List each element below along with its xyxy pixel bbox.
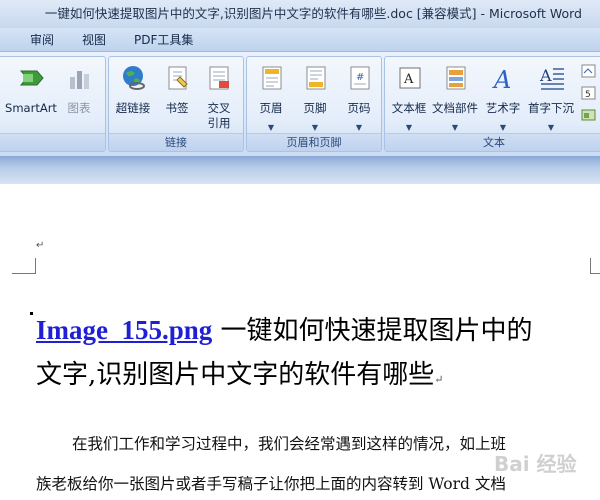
page-number-icon: # <box>350 66 370 90</box>
ruler-band <box>0 156 600 184</box>
globe-link-icon <box>123 66 145 90</box>
smartart-button[interactable]: SmartArt <box>5 63 57 133</box>
drop-cap-button[interactable]: A 首字下沉 ▼ <box>528 63 574 133</box>
document-page: ↵ Image_155.png 一键如何快速提取图片中的 文字,识别图片中文字的… <box>0 184 600 500</box>
illustrations-group: SmartArt 图表 <box>0 56 106 152</box>
header-icon <box>262 66 282 90</box>
wordart-button[interactable]: A 艺术字 ▼ <box>483 63 523 133</box>
cross-reference-button[interactable]: 交叉 引用 <box>199 63 239 133</box>
heading-line1-text: 一键如何快速提取图片中的 <box>212 316 533 346</box>
svg-text:#: # <box>356 72 364 83</box>
bookmark-button[interactable]: 书签 <box>157 63 197 133</box>
illustrations-group-label <box>0 133 105 151</box>
svg-text:5: 5 <box>585 90 591 100</box>
chart-icon <box>70 71 89 89</box>
page-number-button[interactable]: # 页码 ▼ <box>339 63 379 133</box>
text-box-button[interactable]: A 文本框 ▼ <box>389 63 429 133</box>
cross-reference-label: 交叉 引用 <box>207 101 231 130</box>
drop-cap-label: 首字下沉 <box>528 101 574 115</box>
drop-cap-dropdown-icon[interactable]: ▼ <box>531 123 571 132</box>
header-dropdown-icon[interactable]: ▼ <box>251 123 291 132</box>
header-footer-group: 页眉 ▼ 页脚 ▼ # 页码 ▼ 页眉和页脚 <box>246 56 382 152</box>
ribbon: SmartArt 图表 超链接 书签 交叉 引用 链接 页眉 ▼ 页脚 ▼ # … <box>0 52 600 156</box>
quick-parts-icon <box>446 66 466 90</box>
tab-view[interactable]: 视图 <box>82 28 106 52</box>
quick-parts-dropdown-icon[interactable]: ▼ <box>435 123 475 132</box>
heading-line2-text: 文字,识别图片中文字的软件有哪些 <box>36 360 435 390</box>
paragraph-mark: ↵ <box>36 240 45 251</box>
page-number-dropdown-icon[interactable]: ▼ <box>339 123 379 132</box>
smartart-icon <box>19 70 44 86</box>
heading-image-link[interactable]: Image_155.png <box>36 315 212 345</box>
text-group-label: 文本 <box>385 133 600 151</box>
links-group-label: 链接 <box>109 133 243 151</box>
text-group: A 文本框 ▼ 文档部件 ▼ A 艺术字 ▼ A 首字下沉 ▼ 5 文本 <box>384 56 600 152</box>
ribbon-tab-bar: 审阅 视图 PDF工具集 <box>0 28 600 52</box>
text-box-icon: A <box>399 67 421 89</box>
svg-text:A: A <box>403 72 414 87</box>
links-group: 超链接 书签 交叉 引用 链接 <box>108 56 244 152</box>
tab-review[interactable]: 审阅 <box>30 28 54 52</box>
page-number-label: 页码 <box>347 101 371 115</box>
footer-icon <box>306 66 326 90</box>
document-heading[interactable]: Image_155.png 一键如何快速提取图片中的 文字,识别图片中文字的软件… <box>36 308 596 402</box>
quick-parts-label: 文档部件 <box>432 101 478 115</box>
tab-pdf-tools[interactable]: PDF工具集 <box>134 28 193 52</box>
hyperlink-button[interactable]: 超链接 <box>113 63 153 133</box>
footer-dropdown-icon[interactable]: ▼ <box>295 123 335 132</box>
window-title: 一键如何快速提取图片中的文字,识别图片中文字的软件有哪些.doc [兼容模式] … <box>44 6 582 21</box>
header-footer-group-label: 页眉和页脚 <box>247 133 381 151</box>
svg-text:A: A <box>492 66 511 91</box>
svg-text:A: A <box>539 66 552 85</box>
text-box-dropdown-icon[interactable]: ▼ <box>389 123 429 132</box>
wordart-icon: A <box>492 66 511 91</box>
window-title-bar: 一键如何快速提取图片中的文字,识别图片中文字的软件有哪些.doc [兼容模式] … <box>0 0 600 28</box>
smartart-label: SmartArt <box>5 101 57 115</box>
signature-line-icon[interactable] <box>581 63 597 79</box>
text-cursor-dot <box>30 312 33 315</box>
chart-button[interactable]: 图表 <box>59 63 99 133</box>
bookmark-icon <box>168 66 188 90</box>
wordart-dropdown-icon[interactable]: ▼ <box>483 123 523 132</box>
crop-mark-left <box>12 258 36 274</box>
crop-mark-right <box>590 258 600 274</box>
object-icon[interactable] <box>581 107 597 123</box>
wordart-label: 艺术字 <box>485 101 521 115</box>
drop-cap-icon: A <box>539 66 564 90</box>
chart-label: 图表 <box>67 101 91 115</box>
text-box-label: 文本框 <box>391 101 427 115</box>
cross-reference-icon <box>209 66 229 90</box>
header-button[interactable]: 页眉 ▼ <box>251 63 291 133</box>
footer-button[interactable]: 页脚 ▼ <box>295 63 335 133</box>
quick-parts-button[interactable]: 文档部件 ▼ <box>432 63 478 133</box>
baidu-watermark: Bai 经验 <box>494 452 577 476</box>
heading-paragraph-mark: ↵ <box>434 373 444 386</box>
date-time-icon[interactable]: 5 <box>581 85 597 101</box>
